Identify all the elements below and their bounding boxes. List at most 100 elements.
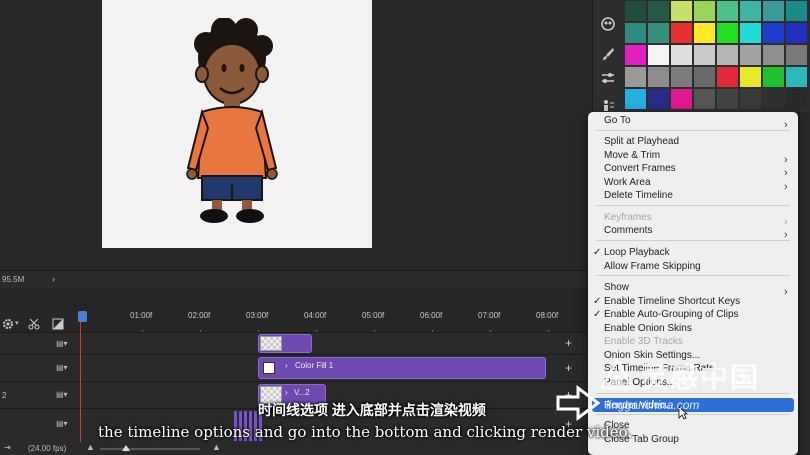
zoom-slider-knob[interactable] (122, 445, 130, 451)
playhead-handle[interactable] (78, 311, 87, 322)
color-swatch[interactable] (740, 67, 761, 87)
submenu-arrow-icon: › (784, 216, 788, 228)
submenu-arrow-icon: › (784, 167, 788, 179)
menu-item-delete-timeline[interactable]: Delete Timeline (604, 190, 673, 202)
properties-icon[interactable] (600, 97, 616, 113)
color-swatch[interactable] (786, 1, 807, 21)
menu-item-show[interactable]: Show (604, 282, 629, 294)
add-media-button[interactable]: + (565, 336, 572, 350)
clip-color-fill[interactable]: › Color Fill 1 (258, 357, 546, 379)
color-swatch[interactable] (671, 67, 692, 87)
color-swatch[interactable] (786, 23, 807, 43)
color-swatch[interactable] (740, 89, 761, 109)
swatches-panel (622, 0, 810, 112)
color-swatch[interactable] (786, 67, 807, 87)
color-swatch[interactable] (694, 89, 715, 109)
color-swatch[interactable] (763, 45, 784, 65)
transition-icon[interactable] (52, 318, 64, 330)
menu-item-split-at-playhead[interactable]: Split at Playhead (604, 136, 679, 148)
status-menu-arrow[interactable]: › (52, 274, 55, 284)
color-swatch[interactable] (694, 67, 715, 87)
document-size: 95.5M (2, 275, 25, 284)
add-media-button[interactable]: + (565, 361, 572, 375)
color-swatch[interactable] (648, 23, 669, 43)
submenu-arrow-icon: › (784, 119, 788, 131)
color-swatch[interactable] (625, 45, 646, 65)
color-swatch[interactable] (648, 1, 669, 21)
ruler-tick-label: 03:00f (246, 311, 269, 320)
film-strip-icon[interactable]: ▤▾ (56, 339, 68, 348)
color-swatch[interactable] (763, 1, 784, 21)
color-swatch[interactable] (625, 1, 646, 21)
fill-swatch-icon (263, 362, 275, 374)
chevron-down-icon[interactable]: ▾ (15, 319, 19, 327)
menu-separator (596, 240, 790, 241)
color-swatch[interactable] (648, 67, 669, 87)
film-strip-icon[interactable]: ▤▾ (56, 363, 68, 372)
track-row[interactable]: ▤▾ + (0, 332, 592, 354)
color-swatch[interactable] (694, 23, 715, 43)
color-swatch[interactable] (740, 1, 761, 21)
brush-icon[interactable] (600, 46, 616, 62)
color-swatch[interactable] (625, 67, 646, 87)
color-swatch[interactable] (763, 23, 784, 43)
menu-item-allow-frame-skipping[interactable]: Allow Frame Skipping (604, 261, 701, 273)
zoom-out-icon[interactable]: ▲ (86, 442, 95, 452)
color-swatch[interactable] (671, 23, 692, 43)
color-swatch[interactable] (717, 67, 738, 87)
render-icon[interactable]: ⇥ (4, 443, 11, 452)
panel-icon-strip (592, 0, 622, 120)
color-swatch[interactable] (648, 89, 669, 109)
status-bar: 95.5M › (0, 270, 592, 288)
color-swatch[interactable] (694, 45, 715, 65)
color-swatch[interactable] (763, 89, 784, 109)
color-swatch[interactable] (740, 45, 761, 65)
color-swatch[interactable] (717, 1, 738, 21)
film-strip-icon[interactable]: ▤▾ (56, 390, 68, 399)
menu-item-convert-frames[interactable]: Convert Frames (604, 163, 676, 175)
menu-separator (596, 275, 790, 276)
color-swatch[interactable] (694, 1, 715, 21)
menu-item-loop-playback[interactable]: ✓ Loop Playback (593, 247, 670, 259)
submenu-arrow-icon: › (784, 181, 788, 193)
gear-icon[interactable] (2, 318, 14, 330)
artboard[interactable] (102, 0, 372, 248)
ruler-tick-label: 01:00f (130, 311, 153, 320)
timeline-zoom-slider[interactable] (100, 448, 200, 450)
color-swatch[interactable] (671, 1, 692, 21)
track-row[interactable]: ▤▾ › Color Fill 1 + (0, 354, 592, 381)
clip-thumbnail (260, 336, 282, 351)
frame-rate: (24.00 fps) (28, 444, 67, 453)
color-swatch[interactable] (740, 23, 761, 43)
color-swatch[interactable] (717, 23, 738, 43)
scissors-icon[interactable] (28, 318, 40, 330)
ruler-tick-label: 06:00f (420, 311, 443, 320)
color-swatch[interactable] (625, 23, 646, 43)
color-swatch[interactable] (717, 45, 738, 65)
color-swatch[interactable] (671, 89, 692, 109)
subtitle-english: the timeline options and go into the bot… (98, 423, 633, 441)
layers-3d-icon[interactable] (600, 16, 616, 32)
menu-item-comments[interactable]: Comments (604, 225, 652, 237)
color-swatch[interactable] (786, 45, 807, 65)
menu-item-go-to[interactable]: Go To (604, 115, 631, 127)
menu-item-enable-auto-grouping-of-clips[interactable]: ✓ Enable Auto-Grouping of Clips (593, 309, 739, 321)
color-swatch[interactable] (763, 67, 784, 87)
menu-item-move-trim[interactable]: Move & Trim (604, 150, 660, 162)
menu-item-enable-timeline-shortcut-keys[interactable]: ✓ Enable Timeline Shortcut Keys (593, 296, 740, 308)
color-swatch[interactable] (786, 89, 807, 109)
clip-layer-1[interactable] (258, 334, 312, 353)
color-swatch[interactable] (717, 89, 738, 109)
canvas-area[interactable] (0, 0, 592, 270)
film-strip-icon[interactable]: ▤▾ (56, 419, 68, 428)
zoom-in-icon[interactable]: ▲ (212, 442, 221, 452)
adjustments-icon[interactable] (600, 70, 616, 86)
menu-separator (596, 130, 790, 131)
menu-item-work-area[interactable]: Work Area (604, 177, 651, 189)
panel-scrollbar[interactable] (800, 112, 810, 455)
color-swatch[interactable] (625, 89, 646, 109)
ruler-tick-label: 08:00f (536, 311, 559, 320)
color-swatch[interactable] (648, 45, 669, 65)
menu-item-enable-onion-skins[interactable]: Enable Onion Skins (604, 323, 692, 335)
color-swatch[interactable] (671, 45, 692, 65)
